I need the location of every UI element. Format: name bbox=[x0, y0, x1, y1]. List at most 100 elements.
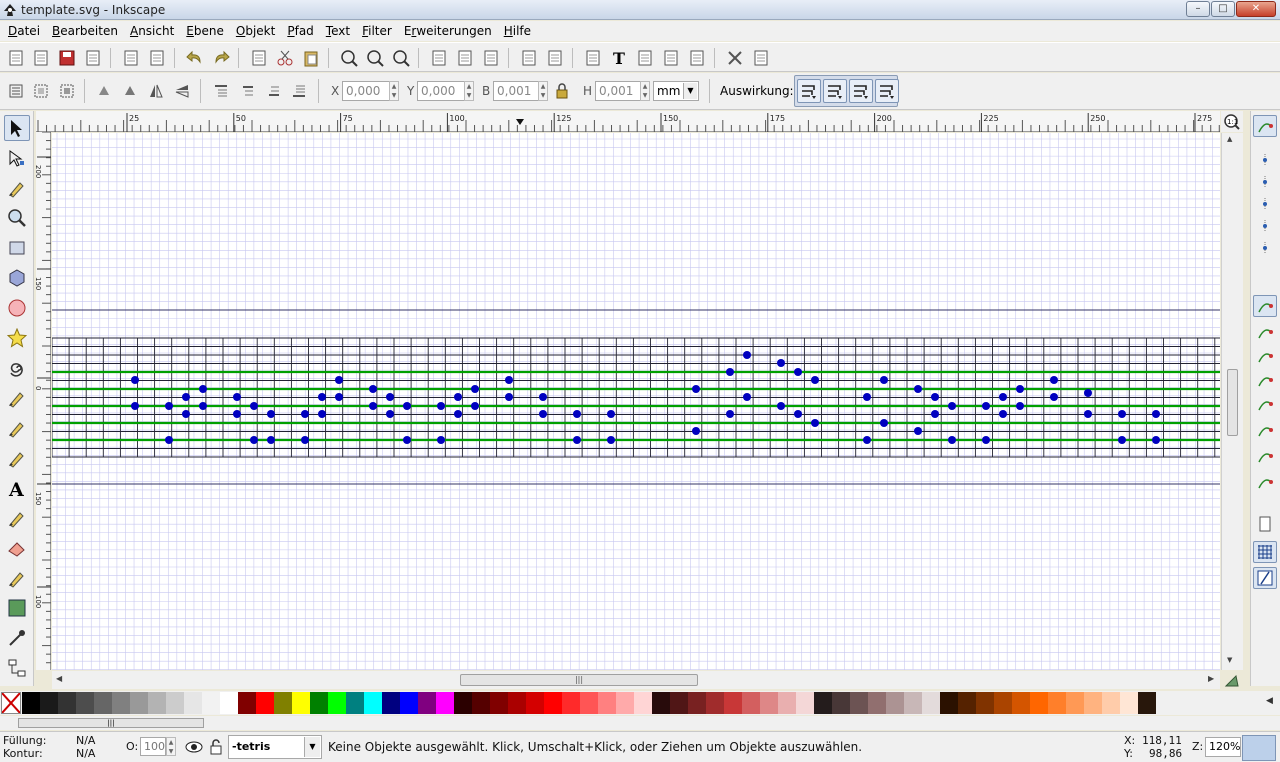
snap-smooth-nodes-icon[interactable] bbox=[1253, 393, 1277, 415]
fill-stroke-icon[interactable] bbox=[582, 47, 604, 69]
rulers-guides-icon[interactable] bbox=[1224, 674, 1240, 688]
color-swatch[interactable] bbox=[652, 692, 670, 714]
move-gradient-icon[interactable] bbox=[849, 79, 873, 103]
color-swatch[interactable] bbox=[310, 692, 328, 714]
print-icon[interactable] bbox=[82, 47, 104, 69]
layers-icon[interactable] bbox=[634, 47, 656, 69]
resize-grip-icon[interactable] bbox=[1242, 735, 1276, 761]
snap-nodes-icon[interactable] bbox=[1253, 295, 1277, 317]
star-tool-icon[interactable] bbox=[4, 325, 30, 351]
color-swatch[interactable] bbox=[634, 692, 652, 714]
vertical-scroll-thumb[interactable] bbox=[1227, 369, 1238, 436]
color-swatch[interactable] bbox=[886, 692, 904, 714]
color-swatch[interactable] bbox=[202, 692, 220, 714]
color-swatch[interactable] bbox=[580, 692, 598, 714]
color-swatch[interactable] bbox=[832, 692, 850, 714]
drawing-canvas[interactable] bbox=[52, 133, 1220, 670]
color-swatch[interactable] bbox=[400, 692, 418, 714]
snap-intersections-icon[interactable] bbox=[1253, 345, 1277, 367]
color-swatch[interactable] bbox=[238, 692, 256, 714]
snap-cusp-nodes-icon[interactable] bbox=[1253, 369, 1277, 391]
preferences-icon[interactable] bbox=[724, 47, 746, 69]
stroke-value[interactable]: N/A bbox=[76, 747, 95, 760]
scale-stroke-icon[interactable] bbox=[797, 79, 821, 103]
color-swatch[interactable] bbox=[670, 692, 688, 714]
color-swatch[interactable] bbox=[940, 692, 958, 714]
rotate-cw-icon[interactable] bbox=[119, 80, 141, 102]
copy-icon[interactable] bbox=[248, 47, 270, 69]
width-spinner[interactable]: ▲ ▼ bbox=[538, 81, 548, 101]
color-swatch[interactable] bbox=[58, 692, 76, 714]
menu-erweiterungen[interactable]: Erweiterungen bbox=[398, 21, 498, 41]
height-spinner[interactable]: ▲ ▼ bbox=[640, 81, 650, 101]
color-swatch[interactable] bbox=[418, 692, 436, 714]
no-paint-swatch[interactable] bbox=[1, 692, 21, 714]
raise-icon[interactable] bbox=[236, 80, 258, 102]
color-swatch[interactable] bbox=[256, 692, 274, 714]
paste-icon[interactable] bbox=[300, 47, 322, 69]
color-swatch[interactable] bbox=[328, 692, 346, 714]
color-swatch[interactable] bbox=[1120, 692, 1138, 714]
snap-bbox-corner-icon[interactable] bbox=[1253, 193, 1277, 215]
menu-objekt[interactable]: Objekt bbox=[230, 21, 281, 41]
spiral-tool-icon[interactable] bbox=[4, 355, 30, 381]
snap-bbox-edge-icon[interactable] bbox=[1253, 171, 1277, 193]
palette-scrollbar[interactable]: ||| bbox=[0, 716, 1280, 730]
xml-editor-icon[interactable] bbox=[660, 47, 682, 69]
height-input[interactable]: 0,001 bbox=[595, 81, 641, 101]
vertical-scrollbar[interactable]: ▲ ▼ bbox=[1221, 133, 1243, 670]
menu-hilfe[interactable]: Hilfe bbox=[498, 21, 537, 41]
color-swatch[interactable] bbox=[382, 692, 400, 714]
palette-menu-icon[interactable]: ◀ bbox=[1266, 696, 1273, 706]
color-swatch[interactable] bbox=[40, 692, 58, 714]
color-swatch[interactable] bbox=[796, 692, 814, 714]
clone-icon[interactable] bbox=[454, 47, 476, 69]
snap-paths-icon[interactable] bbox=[1253, 321, 1277, 343]
palette-scroll-thumb[interactable]: ||| bbox=[18, 718, 204, 728]
color-swatch[interactable] bbox=[868, 692, 886, 714]
color-swatch[interactable] bbox=[922, 692, 940, 714]
horizontal-scroll-thumb[interactable]: ||| bbox=[460, 674, 698, 686]
color-swatch[interactable] bbox=[220, 692, 238, 714]
zoom-tool-icon[interactable] bbox=[4, 205, 30, 231]
menu-pfad[interactable]: Pfad bbox=[281, 21, 319, 41]
color-swatch[interactable] bbox=[490, 692, 508, 714]
width-input[interactable]: 0,001 bbox=[493, 81, 539, 101]
color-swatch[interactable] bbox=[508, 692, 526, 714]
dropper-tool-icon[interactable] bbox=[4, 625, 30, 651]
color-swatch[interactable] bbox=[850, 692, 868, 714]
color-swatch[interactable] bbox=[184, 692, 202, 714]
snap-toggle-icon[interactable] bbox=[1253, 115, 1277, 137]
3d-box-tool-icon[interactable] bbox=[4, 265, 30, 291]
x-spinner[interactable]: ▲ ▼ bbox=[389, 81, 399, 101]
scroll-up-icon[interactable]: ▲ bbox=[1227, 135, 1232, 143]
color-swatch[interactable] bbox=[778, 692, 796, 714]
export-icon[interactable] bbox=[146, 47, 168, 69]
color-swatch[interactable] bbox=[94, 692, 112, 714]
selector-tool-icon[interactable] bbox=[4, 115, 30, 141]
close-button[interactable]: ✕ bbox=[1236, 1, 1276, 17]
gradient-tool-icon[interactable] bbox=[4, 595, 30, 621]
color-swatch[interactable] bbox=[544, 692, 562, 714]
color-swatch[interactable] bbox=[166, 692, 184, 714]
color-swatch[interactable] bbox=[472, 692, 490, 714]
color-swatch[interactable] bbox=[706, 692, 724, 714]
layer-select[interactable]: -tetris ▼ bbox=[228, 735, 322, 759]
scale-corners-icon[interactable] bbox=[823, 79, 847, 103]
unlink-clone-icon[interactable] bbox=[480, 47, 502, 69]
spray-tool-icon[interactable] bbox=[4, 505, 30, 531]
tweak-tool-icon[interactable] bbox=[4, 175, 30, 201]
opacity-input[interactable]: 100 bbox=[140, 737, 166, 756]
deselect-icon[interactable] bbox=[56, 80, 78, 102]
color-swatch[interactable] bbox=[454, 692, 472, 714]
snap-guides-icon[interactable] bbox=[1253, 567, 1277, 589]
color-swatch[interactable] bbox=[436, 692, 454, 714]
unit-select[interactable]: mm ▼ bbox=[653, 81, 699, 101]
color-swatch[interactable] bbox=[1102, 692, 1120, 714]
import-icon[interactable] bbox=[120, 47, 142, 69]
color-swatch[interactable] bbox=[1030, 692, 1048, 714]
ellipse-tool-icon[interactable] bbox=[4, 295, 30, 321]
color-swatch[interactable] bbox=[130, 692, 148, 714]
snap-bbox-center-icon[interactable] bbox=[1253, 237, 1277, 259]
color-swatch[interactable] bbox=[814, 692, 832, 714]
